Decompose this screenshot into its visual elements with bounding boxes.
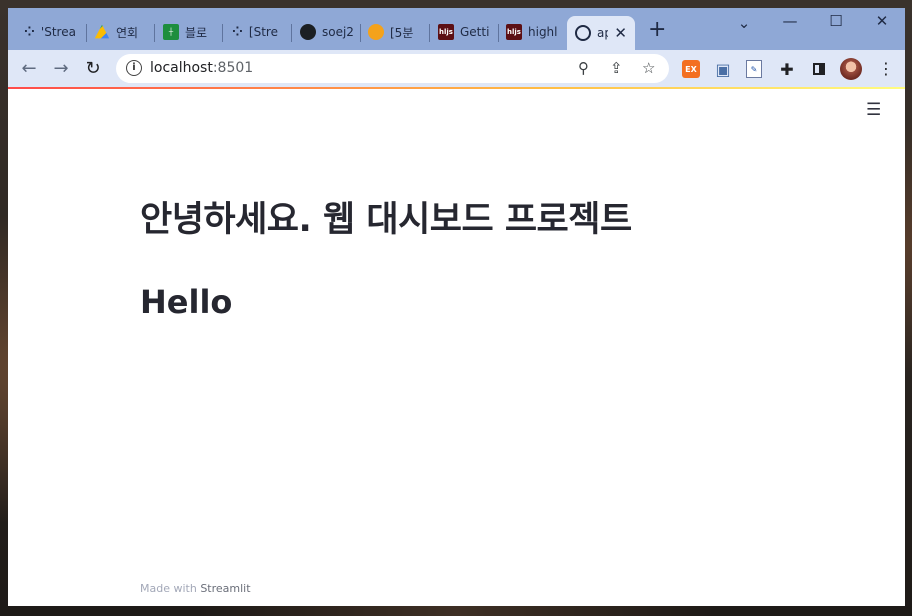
dots-icon: ⁘ — [24, 24, 35, 40]
tab-app-active[interactable]: ap ✕ — [567, 16, 635, 50]
sheet-icon: ┼ — [163, 24, 179, 40]
minimize-button[interactable]: — — [770, 12, 810, 30]
tab-github[interactable]: soej2 — [300, 19, 358, 45]
info-icon[interactable]: i — [126, 60, 142, 76]
github-icon — [300, 24, 316, 40]
tab-separator — [429, 24, 430, 42]
tab-label: 블로 — [185, 25, 208, 40]
footer: Made with Streamlit — [140, 582, 251, 595]
tab-label: [5분 — [390, 25, 414, 40]
new-tab-button[interactable]: + — [648, 19, 666, 41]
tab-5min[interactable]: [5분 — [368, 19, 426, 45]
tab-blog[interactable]: ┼ 블로 — [163, 19, 219, 45]
tab-label: soej2 — [322, 25, 354, 39]
ex-extension-icon[interactable]: EX — [682, 60, 700, 78]
browser-toolbar: ← → ↻ i localhost:8501 ⚲ ⇪ ☆ EX ▣ ✎ ✚ ⋮ — [8, 50, 905, 88]
tab-separator — [86, 24, 87, 42]
side-panel-icon[interactable] — [813, 63, 825, 75]
reload-button[interactable]: ↻ — [80, 56, 106, 82]
tab-label: 연회 — [116, 25, 139, 40]
tab-label: highl — [528, 25, 558, 39]
tab-separator — [154, 24, 155, 42]
zoom-icon[interactable]: ⚲ — [578, 59, 589, 77]
save-extension-icon[interactable]: ▣ — [714, 60, 732, 79]
profile-avatar[interactable] — [840, 58, 862, 80]
url-port: :8501 — [212, 60, 254, 76]
tab-separator — [498, 24, 499, 42]
tab-search-button[interactable]: ⌄ — [724, 14, 764, 32]
bookmark-star-icon[interactable]: ☆ — [642, 59, 655, 77]
footer-prefix: Made with — [140, 582, 201, 595]
close-window-button[interactable]: ✕ — [862, 12, 902, 30]
hljs-icon: hljs — [438, 24, 454, 40]
address-bar[interactable]: i localhost:8501 ⚲ ⇪ ☆ — [116, 54, 669, 83]
subheader-hello: Hello — [140, 283, 233, 321]
tab-separator — [291, 24, 292, 42]
extensions-puzzle-icon[interactable]: ✚ — [778, 60, 796, 79]
tab-label: 'Strea — [40, 25, 76, 39]
back-button[interactable]: ← — [16, 56, 42, 82]
tab-strip: ⁘ 'Strea 연회 ┼ 블로 ⁘ [Stre soej2 [5분 hljs … — [8, 8, 905, 50]
share-icon[interactable]: ⇪ — [610, 59, 623, 77]
tab-label: Getti — [460, 25, 490, 39]
drive-icon — [94, 24, 110, 39]
tab-streamlit-2[interactable]: ⁘ [Stre — [232, 19, 288, 45]
close-tab-icon[interactable]: ✕ — [614, 24, 627, 42]
hljs-icon: hljs — [506, 24, 522, 40]
tiger-icon — [368, 24, 384, 40]
tab-hljs-highlight[interactable]: hljs highl — [506, 19, 564, 45]
tab-separator — [360, 24, 361, 42]
app-main-content: 안녕하세요. 웹 대시보드 프로젝트 Hello — [140, 191, 632, 321]
tab-streamlit-1[interactable]: ⁘ 'Strea — [24, 19, 80, 45]
kebab-menu-icon[interactable]: ⋮ — [878, 59, 894, 78]
tab-drive[interactable]: 연회 — [94, 19, 152, 45]
streamlit-icon — [575, 25, 591, 41]
streamlit-header-decoration — [8, 87, 905, 89]
doc-extension-icon[interactable]: ✎ — [746, 60, 762, 78]
footer-streamlit-link[interactable]: Streamlit — [200, 582, 250, 595]
page-title: 안녕하세요. 웹 대시보드 프로젝트 — [140, 200, 632, 240]
tab-hljs-getting[interactable]: hljs Getti — [438, 19, 496, 45]
tab-label: [Stre — [248, 25, 278, 39]
url-text[interactable]: localhost:8501 — [150, 60, 253, 76]
browser-window: ⁘ 'Strea 연회 ┼ 블로 ⁘ [Stre soej2 [5분 hljs … — [8, 8, 905, 606]
main-menu-icon[interactable]: ☰ — [866, 100, 881, 120]
url-host: localhost — [150, 60, 213, 76]
forward-button[interactable]: → — [48, 56, 74, 82]
tab-separator — [222, 24, 223, 42]
tab-label: ap — [597, 26, 609, 40]
maximize-button[interactable]: ☐ — [816, 12, 856, 30]
dots-icon: ⁘ — [232, 24, 243, 40]
